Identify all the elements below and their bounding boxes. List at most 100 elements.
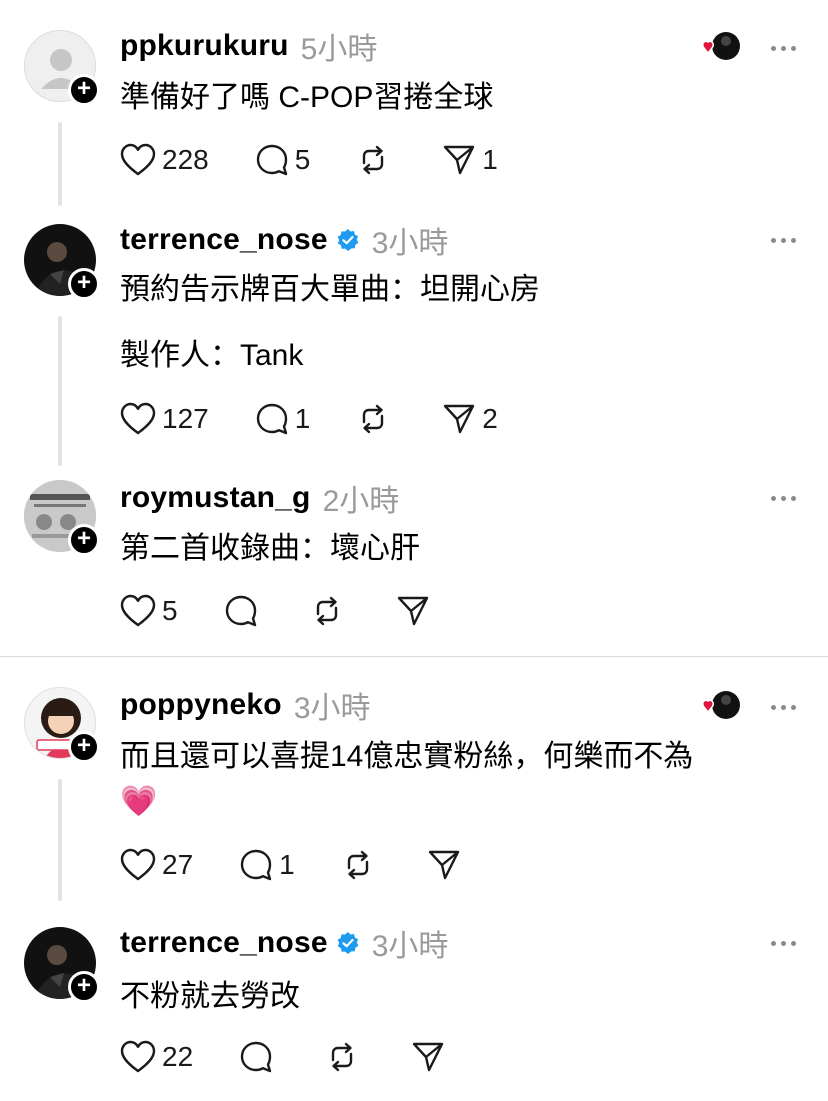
send-paper-plane-icon bbox=[397, 596, 428, 626]
post-actions: 5 bbox=[120, 591, 436, 631]
avatar-container[interactable]: + bbox=[24, 687, 100, 763]
repost-button[interactable] bbox=[310, 591, 350, 631]
like-count: 228 bbox=[162, 144, 209, 175]
send-paper-plane-icon bbox=[444, 145, 475, 175]
post-roymustan-g[interactable]: + roymustan_g 2小時 第二首收錄曲：壞心肝 5 bbox=[0, 470, 828, 650]
post-poppyneko[interactable]: + poppyneko 3小時 而且還可以喜提14億忠實粉絲，何樂而不為 💗 2… bbox=[0, 657, 828, 905]
post-terrence-nose-reply[interactable]: + terrence_nose 3小時 不粉就去勞改 22 bbox=[0, 905, 828, 1101]
follow-plus-icon[interactable]: + bbox=[68, 524, 100, 556]
thread-connector-line bbox=[58, 316, 62, 466]
like-button[interactable]: 127 bbox=[120, 399, 209, 439]
avatar-container[interactable]: + bbox=[24, 224, 100, 300]
more-horizontal-icon[interactable] bbox=[771, 697, 796, 717]
post-text-line: 不粉就去勞改 bbox=[120, 980, 300, 1013]
comment-bubble-icon bbox=[256, 403, 287, 435]
comment-bubble-icon bbox=[225, 595, 256, 627]
repost-button[interactable] bbox=[341, 845, 381, 885]
username[interactable]: poppyneko bbox=[120, 688, 282, 722]
like-button[interactable]: 27 bbox=[120, 845, 193, 885]
more-horizontal-icon[interactable] bbox=[771, 933, 796, 953]
repost-arrows-icon bbox=[316, 596, 337, 626]
thread-connector-line bbox=[58, 779, 62, 901]
post-text-line: 預約告示牌百大單曲：坦開心房 bbox=[120, 273, 540, 306]
heart-outline-icon bbox=[120, 143, 156, 176]
post-actions: 27 1 bbox=[120, 845, 467, 885]
post-header: terrence_nose 3小時 bbox=[120, 220, 448, 260]
username[interactable]: ppkurukuru bbox=[120, 29, 289, 63]
reply-count: 1 bbox=[279, 849, 295, 880]
more-horizontal-icon[interactable] bbox=[771, 38, 796, 58]
avatar-container[interactable]: + bbox=[24, 480, 100, 556]
comment-bubble-icon bbox=[240, 1041, 272, 1073]
avatar-container[interactable]: + bbox=[24, 927, 100, 1003]
repost-button[interactable] bbox=[356, 399, 396, 439]
timestamp: 2小時 bbox=[322, 485, 400, 518]
avatar-container[interactable]: + bbox=[24, 30, 100, 106]
send-paper-plane-icon bbox=[412, 1042, 444, 1072]
verified-badge-icon bbox=[336, 228, 360, 252]
post-text-line: 第二首收錄曲：壞心肝 bbox=[120, 532, 420, 565]
reply-button[interactable] bbox=[239, 1037, 279, 1077]
share-button[interactable] bbox=[396, 591, 436, 631]
share-button[interactable] bbox=[411, 1037, 451, 1077]
like-count: 127 bbox=[162, 403, 209, 434]
like-count: 27 bbox=[162, 849, 194, 880]
reply-button[interactable]: 1 bbox=[255, 399, 311, 439]
thread-2: + poppyneko 3小時 而且還可以喜提14億忠實粉絲，何樂而不為 💗 2… bbox=[0, 657, 828, 1101]
post-text-line: 而且還可以喜提14億忠實粉絲，何樂而不為 bbox=[120, 740, 694, 773]
author-liked-heart-icon bbox=[700, 30, 740, 62]
reply-button[interactable]: 5 bbox=[255, 140, 311, 180]
timestamp: 3小時 bbox=[371, 930, 449, 963]
thread-1: + ppkurukuru 5小時 準備好了嗎 C-POP習捲全球 228 5 1… bbox=[0, 0, 828, 640]
share-button[interactable]: 1 bbox=[442, 140, 498, 180]
reply-count: 1 bbox=[294, 403, 311, 434]
like-button[interactable]: 228 bbox=[120, 140, 209, 180]
post-text-line: 製作人：Tank bbox=[120, 339, 304, 372]
reply-button[interactable] bbox=[224, 591, 264, 631]
reply-button[interactable]: 1 bbox=[239, 845, 295, 885]
comment-bubble-icon bbox=[240, 849, 272, 881]
post-terrence-nose[interactable]: + terrence_nose 3小時 預約告示牌百大單曲：坦開心房 製作人：T… bbox=[0, 210, 828, 470]
more-horizontal-icon[interactable] bbox=[771, 488, 796, 508]
repost-arrows-icon bbox=[347, 850, 368, 880]
send-paper-plane-icon bbox=[428, 850, 459, 880]
repost-button[interactable] bbox=[356, 140, 396, 180]
heart-emoji: 💗 bbox=[120, 785, 158, 818]
repost-button[interactable] bbox=[325, 1037, 365, 1077]
repost-arrows-icon bbox=[363, 404, 384, 434]
post-ppkurukuru[interactable]: + ppkurukuru 5小時 準備好了嗎 C-POP習捲全球 228 5 1 bbox=[0, 0, 828, 210]
more-horizontal-icon[interactable] bbox=[771, 230, 796, 250]
like-button[interactable]: 22 bbox=[120, 1037, 193, 1077]
heart-outline-icon bbox=[120, 848, 156, 881]
heart-outline-icon bbox=[120, 402, 156, 435]
verified-badge-icon bbox=[336, 931, 360, 955]
share-count: 2 bbox=[482, 403, 498, 434]
heart-outline-icon bbox=[120, 1040, 156, 1073]
username[interactable]: roymustan_g bbox=[120, 481, 311, 515]
share-button[interactable] bbox=[427, 845, 467, 885]
repost-arrows-icon bbox=[363, 145, 384, 175]
comment-bubble-icon bbox=[256, 144, 287, 176]
heart-outline-icon bbox=[120, 594, 156, 627]
timestamp: 3小時 bbox=[293, 692, 371, 725]
username[interactable]: terrence_nose bbox=[120, 926, 328, 960]
like-count: 5 bbox=[162, 595, 178, 626]
post-actions: 22 bbox=[120, 1037, 451, 1077]
follow-plus-icon[interactable]: + bbox=[68, 268, 100, 300]
reply-count: 5 bbox=[294, 144, 311, 175]
follow-plus-icon[interactable]: + bbox=[68, 74, 100, 106]
post-header: roymustan_g 2小時 bbox=[120, 478, 399, 518]
post-actions: 127 1 2 bbox=[120, 399, 498, 439]
send-paper-plane-icon bbox=[444, 404, 475, 434]
thread-connector-line bbox=[58, 122, 62, 206]
timestamp: 5小時 bbox=[300, 33, 378, 66]
like-count: 22 bbox=[162, 1041, 194, 1072]
follow-plus-icon[interactable]: + bbox=[68, 971, 100, 1003]
post-header: ppkurukuru 5小時 bbox=[120, 26, 377, 66]
like-button[interactable]: 5 bbox=[120, 591, 178, 631]
follow-plus-icon[interactable]: + bbox=[68, 731, 100, 763]
share-button[interactable]: 2 bbox=[442, 399, 498, 439]
username[interactable]: terrence_nose bbox=[120, 223, 328, 257]
timestamp: 3小時 bbox=[371, 227, 449, 260]
repost-arrows-icon bbox=[331, 1042, 353, 1072]
